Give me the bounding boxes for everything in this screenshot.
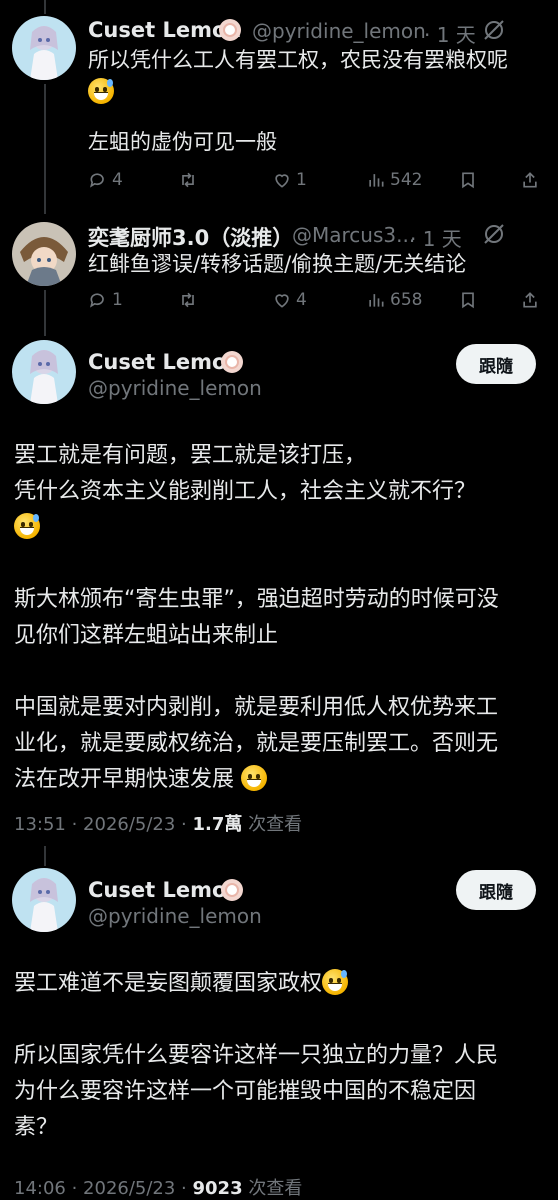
avatar[interactable]	[12, 868, 76, 932]
flower-badge-icon	[218, 18, 242, 46]
tweet-line: 为什么要容许这样一个可能摧毁中国的不稳定因	[14, 1079, 477, 1104]
view-label: 次查看	[242, 814, 303, 835]
tweet-meta: 14:06 · 2026/5/23 · 9023 次查看	[14, 1174, 302, 1200]
author-handle[interactable]: @pyridine_lemon	[252, 19, 426, 43]
bookmark-icon	[462, 292, 474, 309]
avatar[interactable]	[12, 16, 76, 80]
bookmark-button[interactable]	[458, 290, 478, 310]
reply-text: 红鲱鱼谬误/转移话题/偷换主题/无关结论	[88, 252, 467, 276]
retweet-button[interactable]	[178, 170, 198, 190]
tweet-line: 罢工就是有问题，罢工就是该打压，	[14, 443, 367, 468]
thread-line-3	[44, 846, 46, 866]
reply-text-line: 所以凭什么工人有罢工权，农民没有罢粮权呢	[88, 44, 508, 76]
follow-button[interactable]: 跟隨	[456, 344, 536, 384]
emoji-sweat-smile-icon	[14, 510, 544, 546]
retweet-icon	[182, 172, 194, 188]
grok-icon[interactable]	[482, 222, 506, 250]
thread-line-1	[44, 84, 46, 214]
tweet-line: 业化，就是要威权统治，就是要压制罢工。否则无	[14, 731, 499, 756]
bookmark-icon	[462, 172, 474, 189]
tweet-line: 素？	[14, 1115, 59, 1140]
share-icon	[523, 172, 537, 188]
avatar[interactable]	[12, 222, 76, 286]
reply-count: 4	[112, 170, 123, 190]
avatar[interactable]	[12, 340, 76, 404]
view-label: 次查看	[242, 1178, 303, 1199]
views-button[interactable]: 658	[366, 290, 422, 310]
tweet-text: 罢工就是有问题，罢工就是该打压， 凭什么资本主义能剥削工人，社会主义就不行？ 斯…	[14, 438, 544, 798]
grok-icon[interactable]	[482, 18, 506, 46]
tweet-line: 所以国家凭什么要容许这样一只独立的力量？人民	[14, 1043, 499, 1068]
like-count: 1	[296, 170, 307, 190]
emoji-sweat-smile-icon	[88, 78, 114, 104]
tweet-line: 法在改开早期快速发展	[14, 767, 235, 792]
post-timestamp[interactable]: 14:06 · 2026/5/23 ·	[14, 1178, 193, 1199]
tweet-line: 罢工难道不是妄图颠覆国家政权	[14, 971, 323, 996]
like-button[interactable]: 1	[272, 170, 307, 190]
reply-button[interactable]: 4	[88, 170, 123, 190]
author-handle[interactable]: @pyridine_lemon	[88, 904, 262, 928]
reply-count: 1	[112, 290, 123, 310]
share-button[interactable]	[520, 290, 540, 310]
tweet-line: 中国就是要对内剥削，就是要利用低人权优势来工	[14, 695, 499, 720]
bookmark-button[interactable]	[458, 170, 478, 190]
post-timestamp[interactable]: 13:51 · 2026/5/23 ·	[14, 814, 193, 835]
flower-badge-icon	[220, 878, 244, 906]
follow-button[interactable]: 跟隨	[456, 870, 536, 910]
author-name[interactable]: Cuset Lemon	[88, 350, 241, 374]
like-count: 4	[296, 290, 307, 310]
emoji-smile-icon	[241, 765, 268, 791]
reply-text: 所以凭什么工人有罢工权，农民没有罢粮权呢	[88, 48, 508, 72]
tweet-meta: 13:51 · 2026/5/23 · 1.7萬 次查看	[14, 810, 302, 836]
tweet-line: 凭什么资本主义能剥削工人，社会主义就不行？	[14, 479, 477, 504]
like-button[interactable]: 4	[272, 290, 307, 310]
author-handle[interactable]: @pyridine_lemon	[88, 376, 262, 400]
thread-line-top	[44, 0, 46, 14]
views-icon	[369, 294, 384, 307]
retweet-icon	[182, 292, 194, 308]
share-icon	[523, 292, 537, 308]
like-icon	[275, 294, 289, 308]
reply-button[interactable]: 1	[88, 290, 123, 310]
like-icon	[275, 174, 289, 188]
reply-icon	[90, 173, 104, 188]
view-count[interactable]: 9023	[193, 1178, 243, 1199]
views-icon	[369, 174, 384, 187]
reply-icon	[90, 293, 104, 308]
thread-line-2	[44, 290, 46, 336]
retweet-button[interactable]	[178, 290, 198, 310]
tweet-line: 见你们这群左蛆站出来制止	[14, 623, 279, 648]
flower-badge-icon	[220, 350, 244, 378]
view-count[interactable]: 1.7萬	[193, 814, 243, 835]
emoji-sweat-smile-icon	[322, 969, 349, 995]
author-handle[interactable]: @Marcus3...	[292, 223, 415, 247]
author-name[interactable]: Cuset Lemon	[88, 878, 241, 902]
share-button[interactable]	[520, 170, 540, 190]
tweet-line: 斯大林颁布“寄生虫罪”，强迫超时劳动的时候可没	[14, 587, 499, 612]
reply-text: 左蛆的虚伪可见一般	[88, 130, 277, 154]
views-count: 658	[390, 290, 423, 310]
views-button[interactable]: 542	[366, 170, 422, 190]
tweet-text: 罢工难道不是妄图颠覆国家政权 所以国家凭什么要容许这样一只独立的力量？人民 为什…	[14, 966, 544, 1146]
views-count: 542	[390, 170, 423, 190]
